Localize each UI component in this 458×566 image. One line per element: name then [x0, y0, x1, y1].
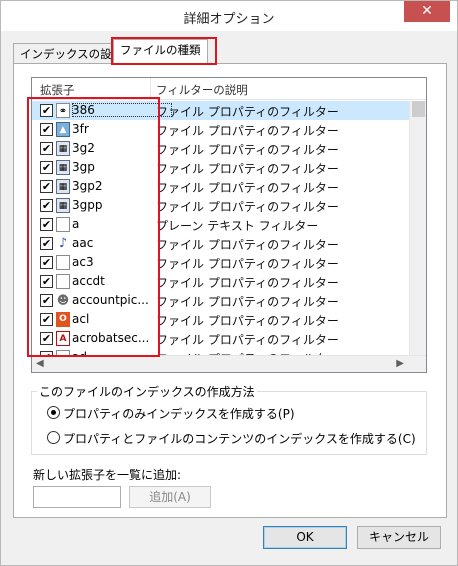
index-method-title: このファイルのインデックスの作成方法 [37, 383, 257, 400]
office-file-icon: O [56, 312, 70, 327]
list-item[interactable]: ✔ ac3 ファイル プロパティのフィルター [32, 253, 410, 272]
radio-label: プロパティのみインデックスを作成する(P) [63, 407, 295, 421]
list-item[interactable]: ✔ ☻ accountpic... ファイル プロパティのフィルター [32, 291, 410, 310]
scroll-right-icon[interactable]: ▶ [396, 358, 404, 369]
list-item[interactable]: ✔ ▦ 3gpp ファイル プロパティのフィルター [32, 196, 410, 215]
blank-file-icon [56, 217, 70, 232]
title-bar: 詳細オプション ✕ [1, 1, 457, 31]
scroll-left-icon[interactable]: ◀ [36, 358, 44, 369]
checkbox[interactable]: ✔ [40, 142, 53, 155]
checkbox[interactable]: ✔ [40, 104, 53, 117]
ok-button[interactable]: OK [263, 526, 347, 549]
filter-description: ファイル プロパティのフィルター [156, 257, 339, 271]
column-header-extension[interactable]: 拡張子 [40, 82, 75, 98]
checkbox[interactable]: ✔ [40, 256, 53, 269]
checkbox[interactable]: ✔ [40, 332, 53, 345]
scrollbar-thumb[interactable] [412, 101, 425, 117]
list-item[interactable]: ✔⚭adファイル プロパティのフィルター [32, 348, 410, 355]
radio-button[interactable] [47, 406, 60, 419]
filter-description: ファイル プロパティのフィルター [156, 143, 339, 157]
filter-description: ファイル プロパティのフィルター [156, 105, 339, 119]
audio-file-icon: ♪ [58, 236, 68, 251]
list-item[interactable]: ✔ accdt ファイル プロパティのフィルター [32, 272, 410, 291]
filter-description: ファイル プロパティのフィルター [156, 276, 339, 290]
list-item[interactable]: ✔ ▦ 3gp ファイル プロパティのフィルター [32, 158, 410, 177]
blank-file-icon [56, 255, 70, 270]
image-file-icon: ▲ [56, 122, 70, 137]
column-header-description[interactable]: フィルターの説明 [156, 82, 248, 98]
filter-description: ファイル プロパティのフィルター [156, 200, 339, 214]
video-file-icon: ▦ [56, 198, 70, 213]
video-file-icon: ▦ [56, 141, 70, 156]
list-item[interactable]: ✔ a プレーン テキスト フィルター [32, 215, 410, 234]
filter-description: ファイル プロパティのフィルター [156, 238, 339, 252]
checkbox[interactable]: ✔ [40, 161, 53, 174]
vertical-scrollbar[interactable] [409, 101, 426, 355]
filter-description: ファイル プロパティのフィルター [156, 295, 339, 309]
list-item[interactable]: ✔ Aacrobatsec... ファイル プロパティのフィルター [32, 329, 410, 348]
cancel-button[interactable]: キャンセル [357, 526, 441, 549]
checkbox[interactable]: ✔ [40, 180, 53, 193]
checkbox[interactable]: ✔ [40, 199, 53, 212]
tab-file-types[interactable]: ファイルの種類 [113, 39, 208, 64]
list-item[interactable]: ✔ Oacl ファイル プロパティのフィルター [32, 310, 410, 329]
column-divider[interactable] [150, 78, 151, 100]
extension-input[interactable] [33, 486, 121, 508]
user-picture-icon: ☻ [56, 293, 70, 307]
checkbox[interactable]: ✔ [40, 218, 53, 231]
list-rows: ✔ ⚭ 386 ファイル プロパティのフィルター ✔ ▲ 3fr ファイル プロパティのフィル… [32, 101, 410, 355]
close-icon: ✕ [421, 3, 433, 19]
radio-label: プロパティとファイルのコンテンツのインデックスを作成する(C) [63, 432, 416, 446]
checkbox[interactable]: ✔ [40, 237, 53, 250]
filter-description: ファイル プロパティのフィルター [156, 124, 339, 138]
pdf-file-icon: A [56, 331, 70, 346]
filter-description: ファイル プロパティのフィルター [156, 162, 339, 176]
checkbox[interactable]: ✔ [40, 275, 53, 288]
list-item[interactable]: ✔ ▦ 3gp2 ファイル プロパティのフィルター [32, 177, 410, 196]
add-extension-label: 新しい拡張子を一覧に追加: [33, 468, 182, 482]
list-item[interactable]: ✔ ▲ 3fr ファイル プロパティのフィルター [32, 120, 410, 139]
radio-button[interactable] [47, 431, 60, 444]
video-file-icon: ▦ [56, 160, 70, 175]
filter-description: ファイル プロパティのフィルター [156, 314, 339, 328]
filter-description: ファイル プロパティのフィルター [156, 333, 339, 347]
video-file-icon: ▦ [56, 179, 70, 194]
list-header: 拡張子 フィルターの説明 [32, 78, 426, 100]
close-button[interactable]: ✕ [404, 1, 450, 22]
checkbox[interactable]: ✔ [40, 123, 53, 136]
list-item[interactable]: ✔ ▦ 3g2 ファイル プロパティのフィルター [32, 139, 410, 158]
checkbox[interactable]: ✔ [40, 294, 53, 307]
list-item[interactable]: ✔ ♪ aac ファイル プロパティのフィルター [32, 234, 410, 253]
checkbox[interactable]: ✔ [40, 313, 53, 326]
link-file-icon: ⚭ [56, 103, 70, 118]
extension-list[interactable]: 拡張子 フィルターの説明 ✔ ⚭ 386 ファイル プロパティのフィルター ✔ ▲ 3fr フ… [31, 77, 427, 373]
filter-description: ファイル プロパティのフィルター [156, 181, 339, 195]
window-title: 詳細オプション [183, 12, 275, 27]
blank-file-icon [56, 274, 70, 289]
filter-description: プレーン テキスト フィルター [156, 219, 319, 233]
advanced-options-window: 詳細オプション ✕ インデックスの設定 ファイルの種類 拡張子 フィルターの説明… [0, 0, 458, 566]
list-item[interactable]: ✔ ⚭ 386 ファイル プロパティのフィルター [32, 101, 410, 120]
add-button[interactable]: 追加(A) [129, 486, 211, 508]
horizontal-scrollbar[interactable]: ◀ ▶ [32, 355, 426, 372]
